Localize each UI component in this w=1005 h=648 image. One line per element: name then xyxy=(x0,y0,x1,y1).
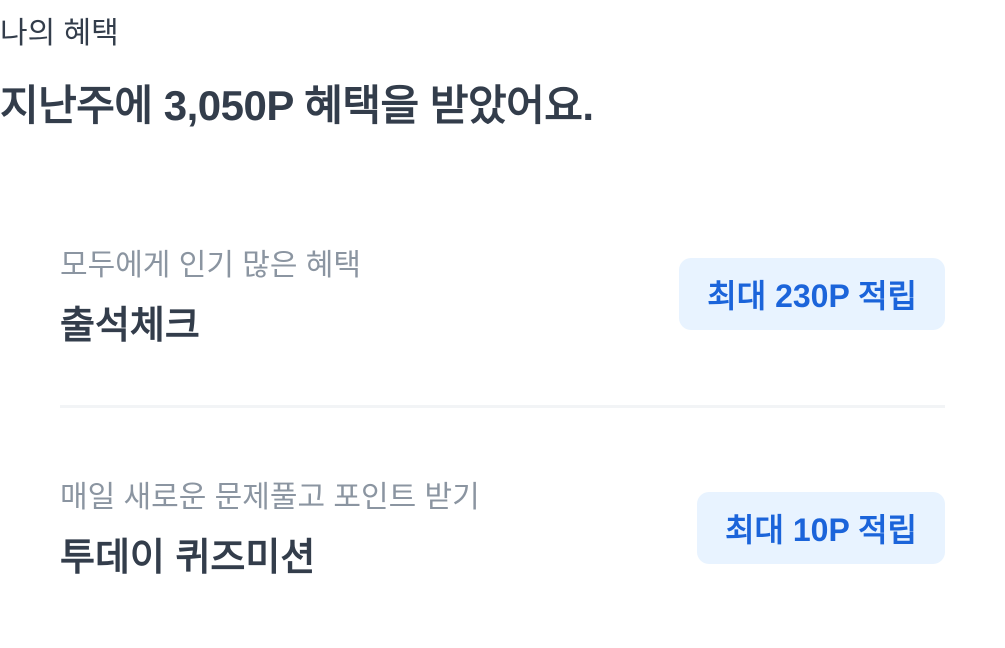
benefit-item-quiz[interactable]: 매일 새로운 문제풀고 포인트 받기 투데이 퀴즈미션 최대 10P 적립 xyxy=(60,472,945,582)
benefit-item-attendance[interactable]: 모두에게 인기 많은 혜택 출석체크 최대 230P 적립 xyxy=(60,240,945,350)
benefit-badge[interactable]: 최대 10P 적립 xyxy=(697,492,945,564)
benefit-title: 투데이 퀴즈미션 xyxy=(60,537,316,579)
section-label: 나의 혜택 xyxy=(0,17,119,50)
divider xyxy=(60,405,945,408)
benefit-subtitle: 모두에게 인기 많은 혜택 xyxy=(60,249,362,282)
page-headline: 지난주에 3,050P 혜택을 받았어요. xyxy=(0,82,594,129)
benefit-badge[interactable]: 최대 230P 적립 xyxy=(679,258,945,330)
benefit-title: 출석체크 xyxy=(60,305,200,347)
benefit-subtitle: 매일 새로운 문제풀고 포인트 받기 xyxy=(60,481,480,514)
